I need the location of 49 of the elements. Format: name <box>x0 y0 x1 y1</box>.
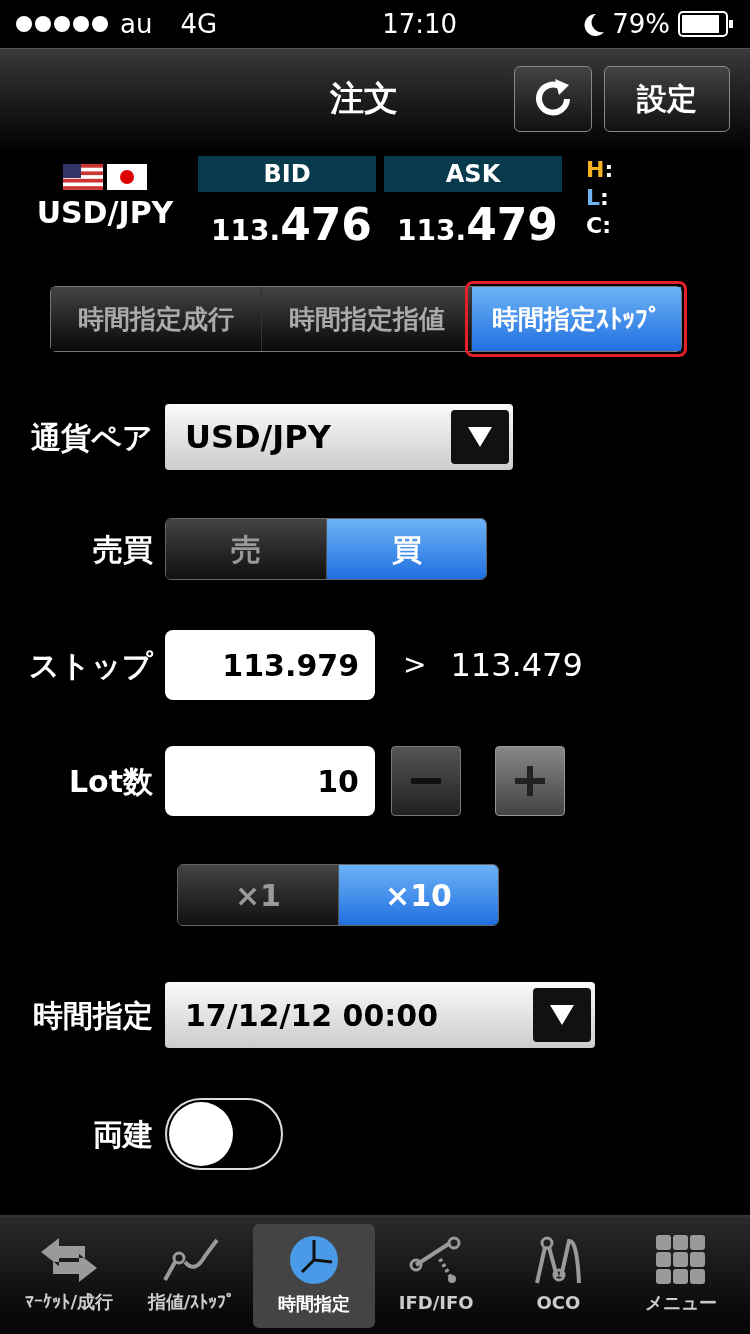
plus-icon <box>515 766 545 796</box>
network-text: 4G <box>180 7 218 41</box>
hlc-label: H: <box>586 156 614 184</box>
lot-field[interactable]: 10 <box>165 746 375 816</box>
battery-icon <box>678 11 734 37</box>
price-value: 113.479 <box>397 198 558 252</box>
zigzag-graph-icon <box>533 1235 584 1285</box>
nav-tab[interactable]: 時間指定 <box>252 1223 375 1328</box>
stop-price-field[interactable]: 113.979 <box>165 630 375 700</box>
field-label: 通貨ペア <box>30 418 154 457</box>
nav-tab[interactable]: 指値/ｽﾄｯﾌﾟ <box>130 1223 253 1328</box>
segment-button[interactable]: ×1 <box>178 865 338 925</box>
price-header: BID <box>198 156 376 192</box>
reference-price: 113.479 <box>450 645 583 686</box>
clock-icon <box>287 1234 340 1286</box>
price-value: 113.476 <box>211 198 372 252</box>
field-label: 売買 <box>92 530 154 569</box>
moon-icon <box>582 12 605 36</box>
field-label: ストップ <box>28 646 155 685</box>
battery-text: 79% <box>612 7 670 41</box>
field-label: 両建 <box>92 1115 154 1154</box>
minus-icon <box>411 778 441 784</box>
signal-icon <box>16 16 108 32</box>
field-label: 時間指定 <box>32 996 154 1035</box>
currency-pair: USD/JPY <box>36 194 174 232</box>
nav-tab[interactable]: OCO <box>497 1223 620 1328</box>
japan-flag-icon <box>107 164 147 190</box>
price-header: ASK <box>384 156 562 192</box>
page-title: 注文 <box>330 77 398 120</box>
order-type-tab[interactable]: 時間指定指値 <box>261 287 471 351</box>
clock-text: 17:10 <box>382 7 458 41</box>
settings-button[interactable]: 設定 <box>604 65 730 132</box>
nav-tab[interactable]: IFD/IFO <box>375 1223 498 1328</box>
order-type-tab[interactable]: 時間指定成行 <box>51 287 261 351</box>
carrier-text: au <box>120 7 153 41</box>
comparison-sign: > <box>403 647 427 683</box>
hlc-label: C: <box>586 212 612 240</box>
segment-button[interactable]: 売 <box>166 519 326 579</box>
refresh-button[interactable] <box>514 65 592 132</box>
hlc-label: L: <box>586 184 610 212</box>
field-label: Lot数 <box>67 762 154 801</box>
pair-dropdown[interactable]: USD/JPY <box>165 404 513 470</box>
nav-tab[interactable]: ﾏｰｹｯﾄ/成行 <box>8 1223 131 1328</box>
grid-menu-icon <box>655 1235 706 1285</box>
increment-button[interactable] <box>495 746 565 816</box>
decrement-button[interactable] <box>391 746 461 816</box>
nav-tab[interactable]: メニュー <box>619 1223 742 1328</box>
time-dropdown[interactable]: 17/12/12 00:00 <box>165 982 595 1048</box>
us-flag-icon <box>63 164 103 190</box>
